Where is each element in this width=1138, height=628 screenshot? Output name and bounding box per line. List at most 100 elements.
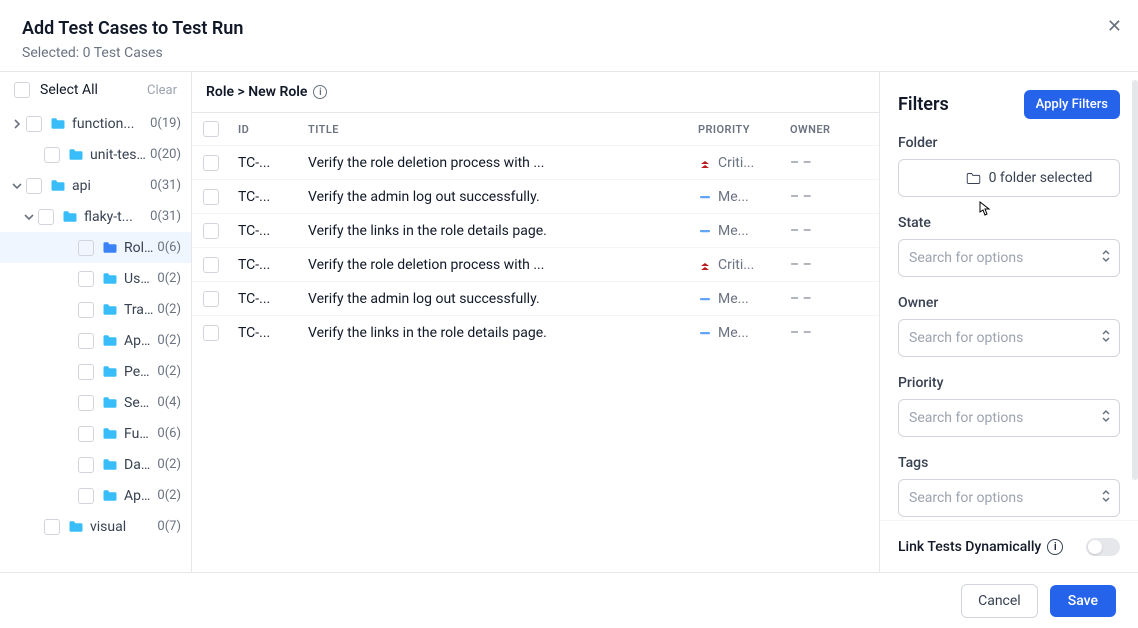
- tc-priority: Me...: [718, 189, 749, 205]
- tc-owner: – –: [782, 189, 872, 205]
- folder-checkbox[interactable]: [78, 240, 94, 256]
- folder-checkbox[interactable]: [78, 426, 94, 442]
- selected-count: Selected: 0 Test Cases: [22, 45, 1116, 61]
- folder-filter-select[interactable]: 0 folder selected: [898, 159, 1120, 197]
- tc-id: TC-...: [230, 325, 300, 341]
- cancel-button[interactable]: Cancel: [961, 584, 1038, 618]
- tc-id: TC-...: [230, 223, 300, 239]
- tc-id: TC-...: [230, 257, 300, 273]
- folder-row[interactable]: Usab... 0(2): [0, 263, 191, 294]
- folder-checkbox[interactable]: [78, 395, 94, 411]
- folder-row[interactable]: api 0(31): [0, 170, 191, 201]
- save-button[interactable]: Save: [1050, 585, 1116, 617]
- priority-filter-select[interactable]: Search for options: [898, 399, 1120, 437]
- folder-count: 0(31): [150, 178, 181, 193]
- folder-name: Usab...: [124, 271, 153, 287]
- tc-id: TC-...: [230, 291, 300, 307]
- folder-row[interactable]: Appli...0(2): [0, 325, 191, 356]
- col-owner: OWNER: [782, 123, 872, 136]
- filters-scrollbar[interactable]: [1132, 80, 1138, 480]
- table-row[interactable]: TC-...Verify the admin log out successfu…: [192, 281, 879, 315]
- folder-checkbox[interactable]: [78, 364, 94, 380]
- folder-row[interactable]: flaky-t...0(31): [0, 201, 191, 232]
- folder-row[interactable]: Data...0(2): [0, 449, 191, 480]
- header-checkbox[interactable]: [203, 121, 219, 137]
- close-icon[interactable]: ✕: [1107, 16, 1122, 37]
- folder-icon: [966, 172, 981, 185]
- folder-checkbox[interactable]: [78, 333, 94, 349]
- link-dynamically-label: Link Tests Dynamically: [898, 539, 1041, 555]
- folder-row[interactable]: Role ... 0(6): [0, 232, 191, 263]
- folder-row[interactable]: Func...0(6): [0, 418, 191, 449]
- folder-name: Perfo...: [124, 364, 153, 380]
- modal-header: Add Test Cases to Test Run Selected: 0 T…: [0, 0, 1138, 71]
- folder-checkbox[interactable]: [78, 488, 94, 504]
- table-row[interactable]: TC-...Verify the admin log out successfu…: [192, 179, 879, 213]
- folder-checkbox[interactable]: [26, 116, 42, 132]
- chevron-down-icon[interactable]: [10, 179, 24, 193]
- apply-filters-button[interactable]: Apply Filters: [1024, 90, 1120, 119]
- row-checkbox[interactable]: [203, 223, 219, 239]
- table-row[interactable]: TC-...Verify the links in the role detai…: [192, 213, 879, 247]
- folder-checkbox[interactable]: [78, 457, 94, 473]
- folder-name: api: [72, 178, 146, 194]
- table-row[interactable]: TC-...Verify the role deletion process w…: [192, 145, 879, 179]
- folder-checkbox[interactable]: [38, 209, 54, 225]
- tc-priority: Criti...: [718, 257, 754, 273]
- chevron-right-icon[interactable]: [10, 117, 24, 131]
- table-row[interactable]: TC-...Verify the links in the role detai…: [192, 315, 879, 349]
- tc-owner: – –: [782, 325, 872, 341]
- folder-name: flaky-t...: [84, 209, 146, 225]
- folder-row[interactable]: Appli...0(2): [0, 480, 191, 511]
- folder-count: 0(19): [150, 116, 181, 131]
- row-checkbox[interactable]: [203, 257, 219, 273]
- folder-checkbox[interactable]: [78, 302, 94, 318]
- tc-priority: Me...: [718, 291, 749, 307]
- tc-id: TC-...: [230, 189, 300, 205]
- owner-filter-select[interactable]: Search for options: [898, 319, 1120, 357]
- col-tags: TAGS: [872, 123, 879, 136]
- priority-critical-icon: [698, 156, 712, 170]
- link-dynamically-toggle[interactable]: [1086, 538, 1120, 556]
- folder-sidebar: Select All Clear function...0(19)unit-te…: [0, 72, 192, 572]
- folder-row[interactable]: function...0(19): [0, 108, 191, 139]
- folder-row[interactable]: Secu...0(4): [0, 387, 191, 418]
- select-all-checkbox[interactable]: [14, 82, 30, 98]
- tags-filter-select[interactable]: Search for options: [898, 479, 1120, 517]
- folder-name: Role ...: [124, 240, 153, 256]
- tc-title: Verify the role deletion process with ..…: [300, 155, 690, 171]
- filters-title: Filters: [898, 94, 949, 115]
- row-checkbox[interactable]: [203, 189, 219, 205]
- folder-count: 0(20): [150, 147, 181, 162]
- folder-checkbox[interactable]: [78, 271, 94, 287]
- folder-checkbox[interactable]: [26, 178, 42, 194]
- state-filter-select[interactable]: Search for options: [898, 239, 1120, 277]
- priority-filter-label: Priority: [898, 375, 1120, 391]
- folder-checkbox[interactable]: [44, 147, 60, 163]
- table-row[interactable]: TC-...Verify the role deletion process w…: [192, 247, 879, 281]
- tc-title: Verify the admin log out successfully.: [300, 189, 690, 205]
- folder-count: 0(2): [157, 271, 181, 286]
- folder-count: 0(6): [157, 426, 181, 441]
- row-checkbox[interactable]: [203, 155, 219, 171]
- row-checkbox[interactable]: [203, 325, 219, 341]
- row-checkbox[interactable]: [203, 291, 219, 307]
- folder-row[interactable]: visual0(7): [0, 511, 191, 542]
- folder-count: 0(2): [157, 333, 181, 348]
- folder-row[interactable]: Perfo...0(2): [0, 356, 191, 387]
- tc-title: Verify the admin log out successfully.: [300, 291, 690, 307]
- priority-critical-icon: [698, 258, 712, 272]
- chevron-down-icon[interactable]: [22, 210, 36, 224]
- folder-count: 0(2): [157, 302, 181, 317]
- folder-checkbox[interactable]: [44, 519, 60, 535]
- info-icon[interactable]: i: [313, 85, 327, 99]
- priority-medium-icon: [698, 190, 712, 204]
- clear-button[interactable]: Clear: [147, 83, 177, 98]
- folder-count: 0(6): [157, 240, 181, 255]
- info-icon[interactable]: i: [1047, 539, 1063, 555]
- chevron-updown-icon: [1101, 249, 1111, 267]
- folder-row[interactable]: unit-tests0(20): [0, 139, 191, 170]
- col-id: ID: [230, 123, 300, 136]
- folder-row[interactable]: Tran...0(2): [0, 294, 191, 325]
- test-case-table-panel: Role > New Role i ID TITLE PRIORITY OWNE…: [192, 72, 880, 572]
